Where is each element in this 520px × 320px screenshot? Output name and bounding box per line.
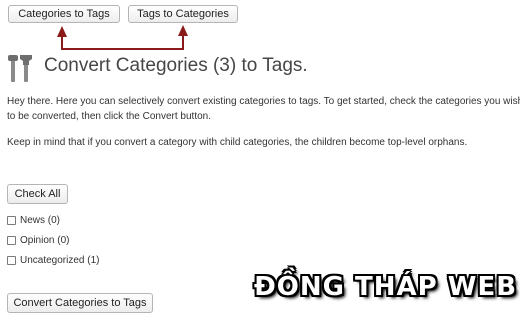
tools-icon	[8, 55, 32, 82]
category-label: News (0)	[20, 214, 61, 226]
checkbox[interactable]	[7, 235, 16, 245]
checkbox[interactable]	[7, 255, 16, 265]
arrow-connector	[62, 36, 184, 50]
category-label: Opinion (0)	[20, 234, 70, 246]
convert-button[interactable]: Convert Categories to Tags	[7, 293, 153, 313]
check-all-button[interactable]: Check All	[7, 184, 68, 204]
orphans-note: Keep in mind that if you convert a categ…	[7, 137, 468, 148]
arrow-up-right-icon	[178, 25, 188, 36]
page-title: Convert Categories (3) to Tags.	[44, 55, 308, 76]
category-checkbox-news[interactable]: News (0)	[7, 213, 60, 227]
intro-text: Hey there. Here you can selectively conv…	[7, 96, 520, 122]
arrow-up-left-icon	[57, 26, 67, 37]
checkbox[interactable]	[7, 215, 16, 225]
category-label: Uncategorized (1)	[20, 254, 100, 266]
category-checkbox-opinion[interactable]: Opinion (0)	[7, 233, 69, 247]
category-checkbox-uncategorized[interactable]: Uncategorized (1)	[7, 253, 99, 267]
switch-arrows-icon	[57, 25, 188, 50]
watermark-logo: ĐỒNG THÁP WEB	[254, 272, 518, 302]
